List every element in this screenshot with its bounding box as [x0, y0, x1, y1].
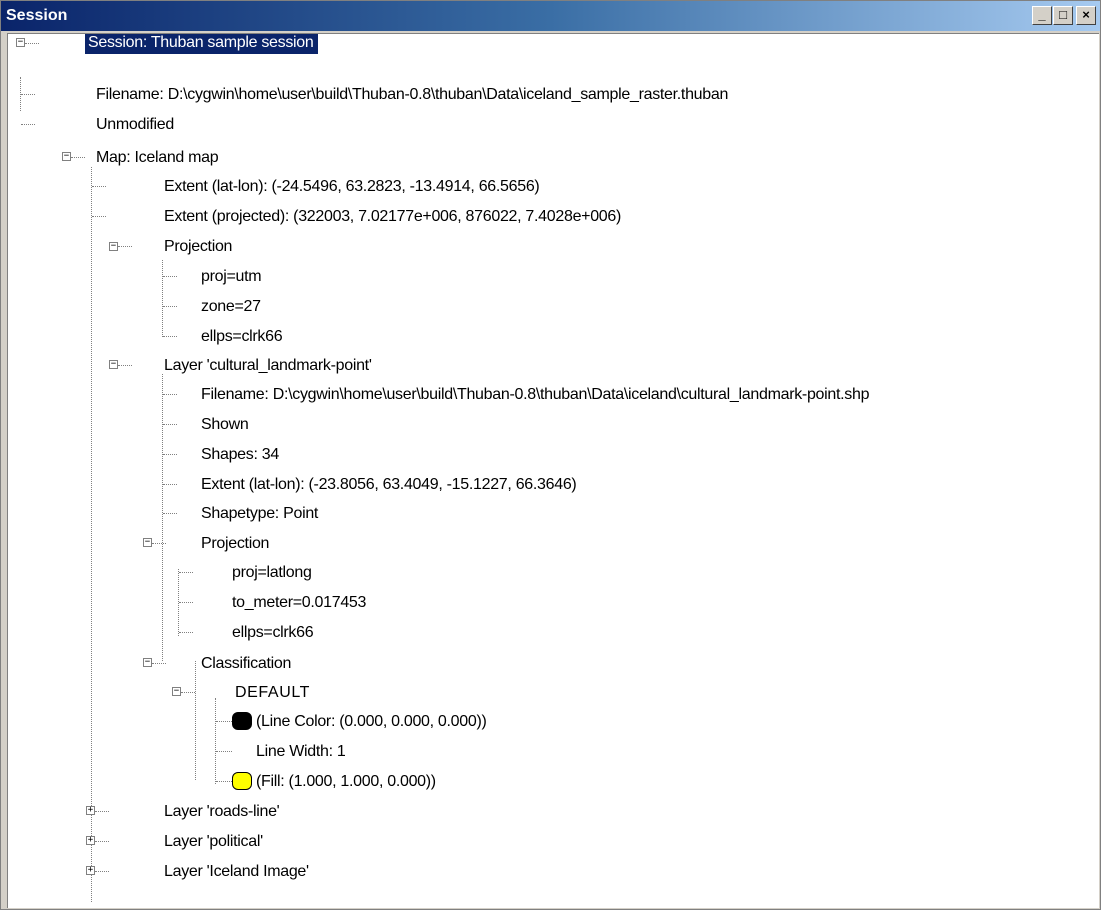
tree-connector — [91, 167, 92, 902]
collapse-icon[interactable]: − — [172, 687, 181, 696]
tree-item-line-color[interactable]: (Line Color: (0.000, 0.000, 0.000)) — [256, 711, 487, 733]
tree-item-proj-latlong[interactable]: proj=latlong — [232, 562, 312, 584]
tree-item-shapes[interactable]: Shapes: 34 — [201, 444, 279, 466]
tree-item-filename[interactable]: Filename: D:\cygwin\home\user\build\Thub… — [96, 84, 728, 106]
title-bar[interactable]: Session _ □ × — [1, 1, 1100, 31]
tree-item-layer-ellps[interactable]: ellps=clrk66 — [232, 622, 314, 644]
tree-item-layer-iceland-image[interactable]: Layer 'Iceland Image' — [164, 861, 309, 883]
tree-connector — [21, 94, 35, 95]
tree-connector — [95, 841, 109, 842]
tree-connector — [92, 216, 106, 217]
tree-item-extent-projected[interactable]: Extent (projected): (322003, 7.02177e+00… — [164, 206, 621, 228]
tree-connector — [162, 260, 163, 337]
tree-connector — [163, 484, 177, 485]
tree-item-layer-filename[interactable]: Filename: D:\cygwin\home\user\build\Thub… — [201, 384, 869, 406]
tree-item-fill[interactable]: (Fill: (1.000, 1.000, 0.000)) — [256, 771, 436, 793]
tree-connector — [179, 632, 193, 633]
tree-connector — [195, 661, 196, 780]
collapse-icon[interactable]: − — [109, 360, 118, 369]
collapse-icon[interactable]: − — [143, 658, 152, 667]
close-button[interactable]: × — [1076, 6, 1096, 25]
session-tree[interactable]: − Session: Thuban sample session Filenam… — [7, 33, 1099, 908]
tree-connector — [95, 811, 109, 812]
window-title: Session — [6, 7, 68, 24]
tree-connector — [92, 186, 106, 187]
expand-icon[interactable]: + — [86, 836, 95, 845]
tree-connector — [215, 698, 216, 784]
tree-item-proj[interactable]: proj=utm — [201, 266, 262, 288]
tree-connector — [71, 157, 85, 158]
tree-item-default[interactable]: DEFAULT — [235, 682, 310, 704]
tree-connector — [152, 543, 166, 544]
tree-connector — [216, 781, 232, 782]
tree-connector — [163, 513, 177, 514]
tree-item-layer-political[interactable]: Layer 'political' — [164, 831, 263, 853]
tree-connector — [216, 721, 232, 722]
tree-connector — [25, 43, 39, 44]
tree-connector — [163, 336, 177, 337]
expand-icon[interactable]: + — [86, 866, 95, 875]
tree-connector — [152, 663, 166, 664]
tree-connector — [163, 454, 177, 455]
minimize-button[interactable]: _ — [1032, 6, 1052, 25]
tree-connector — [95, 871, 109, 872]
tree-connector — [162, 374, 163, 661]
collapse-icon[interactable]: − — [16, 38, 25, 47]
collapse-icon[interactable]: − — [109, 242, 118, 251]
tree-item-line-width[interactable]: Line Width: 1 — [256, 741, 346, 763]
tree-connector — [21, 124, 35, 125]
tree-item-projection[interactable]: Projection — [164, 236, 232, 258]
tree-item-classification[interactable]: Classification — [201, 653, 291, 675]
tree-connector — [179, 602, 193, 603]
collapse-icon[interactable]: − — [62, 152, 71, 161]
tree-item-map[interactable]: Map: Iceland map — [96, 147, 219, 169]
tree-item-ellps[interactable]: ellps=clrk66 — [201, 326, 283, 348]
tree-connector — [163, 424, 177, 425]
tree-item-layer-roads[interactable]: Layer 'roads-line' — [164, 801, 280, 823]
tree-item-extent-latlon[interactable]: Extent (lat-lon): (-24.5496, 63.2823, -1… — [164, 176, 540, 198]
session-window: Session _ □ × − Session: Thuban sample s… — [0, 0, 1101, 910]
tree-item-layer-extent[interactable]: Extent (lat-lon): (-23.8056, 63.4049, -1… — [201, 474, 577, 496]
collapse-icon[interactable]: − — [143, 538, 152, 547]
tree-item-shapetype[interactable]: Shapetype: Point — [201, 503, 318, 525]
tree-connector — [163, 276, 177, 277]
tree-connector — [118, 246, 132, 247]
tree-connector — [216, 751, 232, 752]
tree-item-session[interactable]: Session: Thuban sample session — [85, 34, 318, 54]
tree-item-shown[interactable]: Shown — [201, 414, 249, 436]
tree-connector — [181, 692, 195, 693]
expand-icon[interactable]: + — [86, 806, 95, 815]
tree-item-modified[interactable]: Unmodified — [96, 114, 174, 136]
tree-connector — [163, 306, 177, 307]
line-color-swatch — [232, 712, 252, 730]
tree-connector — [163, 394, 177, 395]
tree-connector — [179, 572, 193, 573]
maximize-button[interactable]: □ — [1053, 6, 1073, 25]
tree-item-zone[interactable]: zone=27 — [201, 296, 261, 318]
tree-item-layer-cultural[interactable]: Layer 'cultural_landmark-point' — [164, 355, 372, 377]
tree-item-layer-projection[interactable]: Projection — [201, 533, 269, 555]
tree-item-to-meter[interactable]: to_meter=0.017453 — [232, 592, 366, 614]
fill-color-swatch — [232, 772, 252, 790]
tree-connector — [118, 365, 132, 366]
